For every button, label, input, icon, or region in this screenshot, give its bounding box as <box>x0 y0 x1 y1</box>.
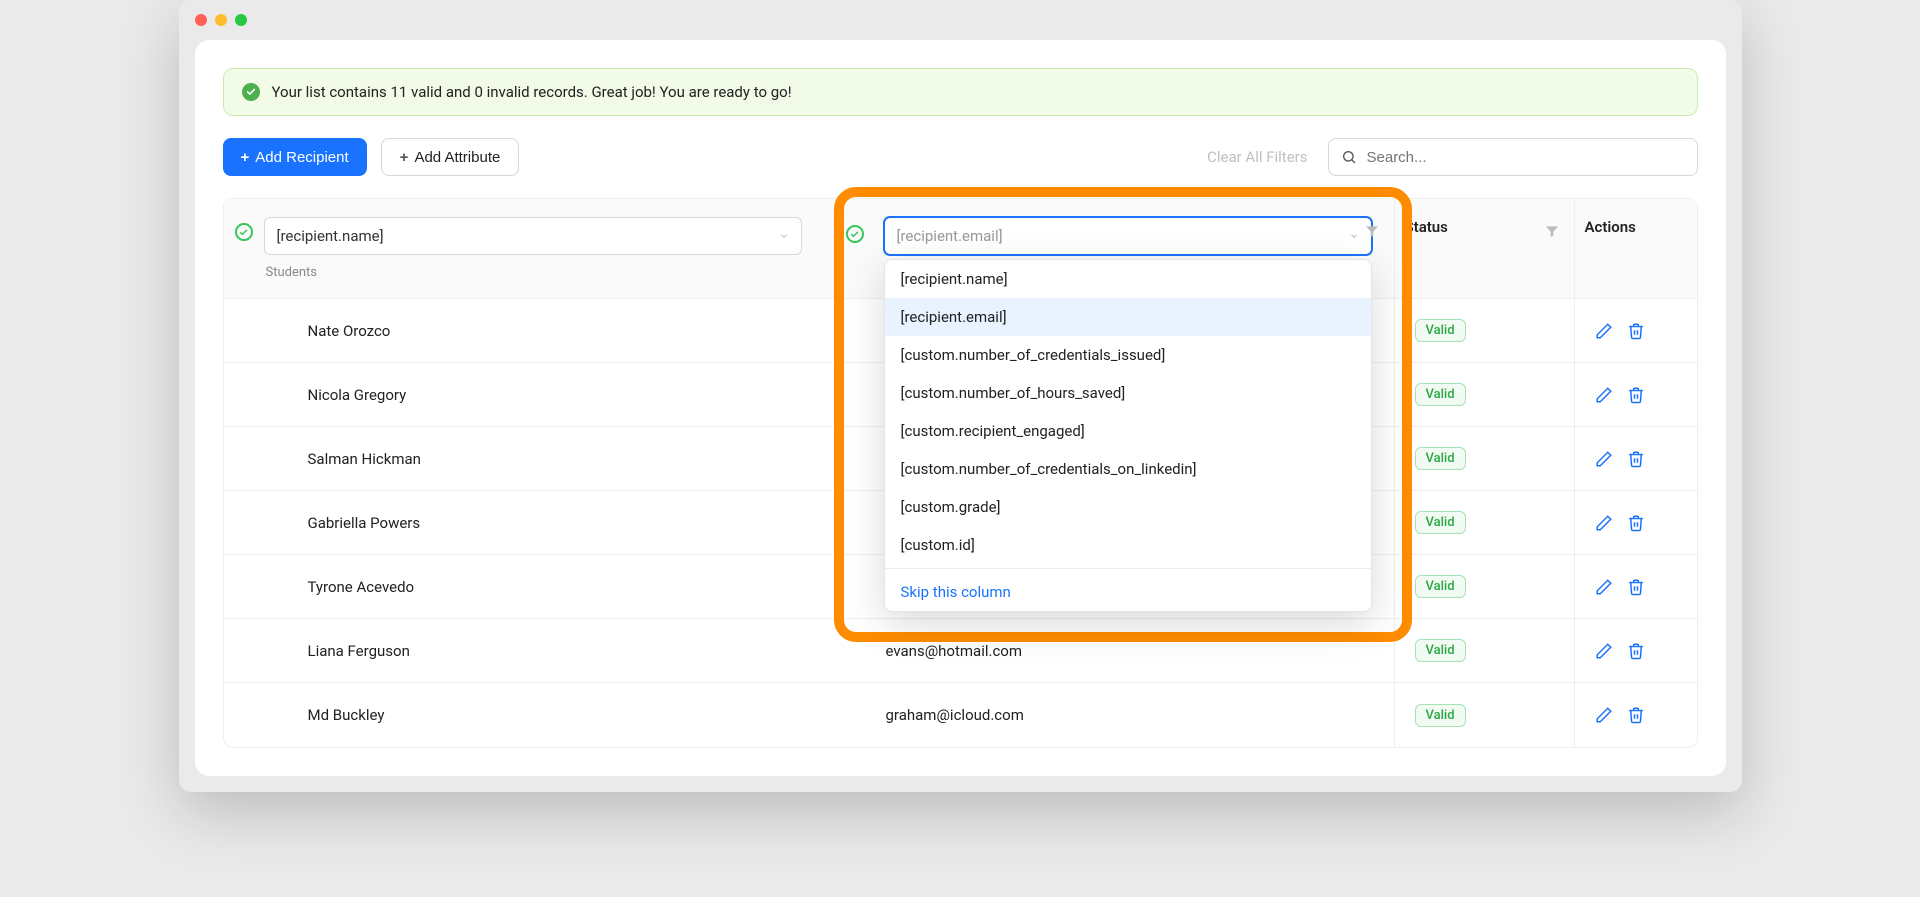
dropdown-option[interactable]: [custom.recipient_engaged] <box>885 412 1371 450</box>
app-window: Your list contains 11 valid and 0 invali… <box>179 0 1742 792</box>
cell-name: Salman Hickman <box>264 427 824 490</box>
actions-header-label: Actions <box>1585 218 1636 236</box>
chevron-down-icon <box>1349 231 1359 241</box>
column-email-mapping-select[interactable]: [recipient.email] <box>884 217 1372 255</box>
cell-status: Valid <box>1394 299 1574 362</box>
column-name-mapping-select[interactable]: [recipient.name] <box>264 217 802 255</box>
chevron-down-icon <box>779 231 789 241</box>
window-minimize-button[interactable] <box>215 14 227 26</box>
window-zoom-button[interactable] <box>235 14 247 26</box>
delete-icon[interactable] <box>1627 578 1645 596</box>
search-icon <box>1341 149 1357 165</box>
banner-text: Your list contains 11 valid and 0 invali… <box>272 83 792 101</box>
status-badge: Valid <box>1415 383 1466 406</box>
dropdown-option-selected[interactable]: [recipient.email] <box>885 298 1371 336</box>
dropdown-option[interactable]: [recipient.name] <box>885 260 1371 298</box>
dropdown-option[interactable]: [custom.number_of_credentials_on_linkedi… <box>885 450 1371 488</box>
search-input[interactable] <box>1365 148 1685 167</box>
column-name-header: [recipient.name] Students <box>264 199 824 298</box>
dropdown-option[interactable]: [custom.number_of_credentials_issued] <box>885 336 1371 374</box>
edit-icon[interactable] <box>1595 514 1613 532</box>
delete-icon[interactable] <box>1627 642 1645 660</box>
search-field[interactable] <box>1328 138 1698 176</box>
delete-icon[interactable] <box>1627 514 1645 532</box>
edit-icon[interactable] <box>1595 386 1613 404</box>
column-email-mapping-dropdown[interactable]: [recipient.name] [recipient.email] [cust… <box>884 259 1372 612</box>
status-badge: Valid <box>1415 319 1466 342</box>
check-circle-icon <box>242 83 260 101</box>
window-titlebar <box>179 0 1742 40</box>
filter-icon[interactable] <box>1544 223 1560 239</box>
column-actions-header: Actions <box>1574 199 1704 298</box>
column-email-mapping-placeholder: [recipient.email] <box>897 227 1003 245</box>
table-row: Md Buckley graham@icloud.com Valid <box>224 683 1697 747</box>
dropdown-option[interactable]: [custom.id] <box>885 526 1371 564</box>
table-row: Liana Ferguson evans@hotmail.com Valid <box>224 619 1697 683</box>
check-ring-icon <box>235 223 253 241</box>
status-badge: Valid <box>1415 575 1466 598</box>
delete-icon[interactable] <box>1627 322 1645 340</box>
column-status-header: Status <box>1394 199 1574 298</box>
window-close-button[interactable] <box>195 14 207 26</box>
cell-name: Nate Orozco <box>264 299 824 362</box>
add-attribute-label: Add Attribute <box>414 149 500 166</box>
cell-name: Liana Ferguson <box>264 619 824 682</box>
status-badge: Valid <box>1415 639 1466 662</box>
dropdown-skip-column[interactable]: Skip this column <box>885 573 1371 611</box>
cell-name: Md Buckley <box>264 683 824 747</box>
delete-icon[interactable] <box>1627 450 1645 468</box>
cell-actions <box>1574 299 1704 362</box>
clear-all-filters-link[interactable]: Clear All Filters <box>1207 148 1307 166</box>
column-name-mapping-value: [recipient.name] <box>277 227 384 245</box>
dropdown-separator <box>885 568 1371 569</box>
dropdown-option[interactable]: [custom.grade] <box>885 488 1371 526</box>
dropdown-option[interactable]: [custom.number_of_hours_saved] <box>885 374 1371 412</box>
cell-name: Tyrone Acevedo <box>264 555 824 618</box>
cell-name: Gabriella Powers <box>264 491 824 554</box>
status-header-label: Status <box>1405 218 1448 236</box>
status-badge: Valid <box>1415 447 1466 470</box>
add-recipient-button[interactable]: + Add Recipient <box>223 138 367 176</box>
delete-icon[interactable] <box>1627 706 1645 724</box>
column-name-subtitle: Students <box>266 265 802 280</box>
page-content: Your list contains 11 valid and 0 invali… <box>195 40 1726 776</box>
add-recipient-label: Add Recipient <box>255 149 348 166</box>
check-ring-icon <box>846 225 864 243</box>
add-attribute-button[interactable]: + Add Attribute <box>381 138 520 176</box>
edit-icon[interactable] <box>1595 322 1613 340</box>
cell-email: graham@icloud.com <box>824 683 1394 747</box>
filter-icon[interactable] <box>1364 223 1380 239</box>
edit-icon[interactable] <box>1595 642 1613 660</box>
validation-banner: Your list contains 11 valid and 0 invali… <box>223 68 1698 116</box>
cell-email: evans@hotmail.com <box>824 619 1394 682</box>
edit-icon[interactable] <box>1595 578 1613 596</box>
status-badge: Valid <box>1415 511 1466 534</box>
toolbar: + Add Recipient + Add Attribute Clear Al… <box>223 138 1698 176</box>
delete-icon[interactable] <box>1627 386 1645 404</box>
status-badge: Valid <box>1415 704 1466 727</box>
cell-name: Nicola Gregory <box>264 363 824 426</box>
column-validated-icon <box>224 199 264 298</box>
edit-icon[interactable] <box>1595 450 1613 468</box>
edit-icon[interactable] <box>1595 706 1613 724</box>
